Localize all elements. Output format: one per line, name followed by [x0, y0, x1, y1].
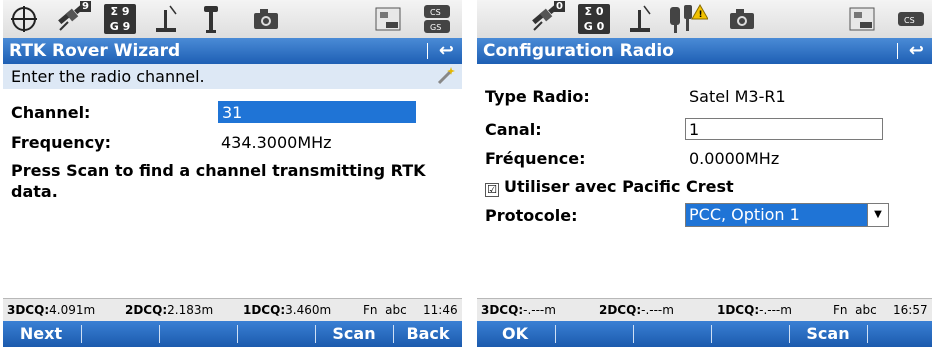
sat-badge: 9: [80, 1, 91, 12]
title-bar: Configuration Radio ↩: [477, 38, 932, 64]
softkey-empty-3[interactable]: [161, 321, 235, 347]
page-title: Configuration Radio: [483, 41, 674, 61]
1dcq-label: 1DCQ:: [717, 303, 760, 317]
page-title: RTK Rover Wizard: [9, 41, 181, 61]
channel-input[interactable]: 31: [218, 101, 416, 123]
2dcq-label: 2DCQ:: [125, 303, 168, 317]
input-mode: Fn abc: [833, 303, 877, 317]
softkey-bar: Next Scan Back: [3, 321, 462, 347]
sat-count-icon[interactable]: Σ 0 G 0: [577, 3, 611, 35]
2dcq-value: -.---m: [641, 303, 674, 317]
2dcq-value: 2.183m: [167, 303, 214, 317]
type-radio-label: Type Radio:: [485, 87, 590, 106]
left-screen: 9 Σ 9 G 9 CSGS RTK Rover Wizard ↩ Enter: [3, 0, 462, 347]
softkey-empty-4[interactable]: [239, 321, 313, 347]
dropdown-arrow-icon[interactable]: ▼: [867, 204, 888, 226]
softkey-empty-2[interactable]: [83, 321, 157, 347]
screen-divider: [462, 0, 477, 347]
checkbox-icon[interactable]: ☑: [485, 183, 499, 197]
gps-count: 9: [122, 20, 131, 33]
1dcq-value: 3.460m: [285, 303, 332, 317]
1dcq-label: 1DCQ:: [243, 303, 286, 317]
satellite-icon[interactable]: 9: [53, 1, 91, 35]
protocole-label: Protocole:: [485, 206, 578, 225]
title-separator: [427, 43, 428, 59]
input-mode: Fn abc: [363, 303, 407, 317]
3dcq-label: 3DCQ:: [481, 303, 524, 317]
status-bar: 9 Σ 9 G 9 CS GS: [3, 0, 462, 38]
rover-pole-icon[interactable]: [151, 3, 181, 35]
frequence-label: Fréquence:: [485, 149, 586, 168]
info-bar: 3DCQ:-.---m 2DCQ:-.---m 1DCQ:-.---m Fn a…: [477, 298, 932, 321]
frequency-label: Frequency:: [11, 133, 112, 152]
sat-badge: 0: [554, 1, 565, 12]
gps-target-icon[interactable]: [9, 3, 39, 35]
title-bar: RTK Rover Wizard ↩: [3, 38, 462, 64]
svg-text:CS: CS: [430, 8, 441, 17]
clock: 11:46: [423, 303, 458, 317]
back-arrow-icon[interactable]: ↩: [909, 40, 924, 62]
title-separator: [897, 43, 898, 59]
2dcq-label: 2DCQ:: [599, 303, 642, 317]
camera-icon[interactable]: [251, 3, 281, 35]
3dcq-value: -.---m: [523, 303, 556, 317]
camera-icon[interactable]: [727, 3, 757, 35]
softkey-empty-6[interactable]: [869, 321, 931, 347]
1dcq-value: -.---m: [759, 303, 792, 317]
svg-text:GS: GS: [430, 23, 441, 32]
clock: 16:57: [893, 303, 928, 317]
scan-instructions: Press Scan to find a channel transmittin…: [11, 161, 426, 201]
next-button[interactable]: Next: [3, 321, 79, 347]
wizard-wand-icon: [436, 66, 456, 93]
rover-pole-icon[interactable]: [625, 3, 655, 35]
frequence-value: 0.0000MHz: [689, 149, 780, 168]
pacific-crest-checkbox[interactable]: ☑ Utiliser avec Pacific Crest: [485, 177, 734, 197]
ok-button[interactable]: OK: [477, 321, 553, 347]
cf-card-icon[interactable]: [847, 3, 877, 35]
3dcq-value: 4.091m: [49, 303, 96, 317]
antenna-pole-icon[interactable]: [199, 3, 223, 35]
info-bar: 3DCQ:4.091m 2DCQ:2.183m 1DCQ:3.460m Fn a…: [3, 298, 462, 321]
softkey-empty-2[interactable]: [557, 321, 631, 347]
gps-count: 0: [596, 20, 605, 33]
right-screen: 0 Σ 0 G 0 ! CS Configuration Radio ↩ Typ…: [477, 0, 932, 347]
hint-text: Enter the radio channel.: [11, 67, 205, 86]
satellite-icon[interactable]: 0: [527, 1, 565, 35]
canal-input[interactable]: 1: [685, 118, 883, 140]
softkey-bar: OK Scan: [477, 321, 932, 347]
softkey-empty-3[interactable]: [635, 321, 709, 347]
pacific-crest-label: Utiliser avec Pacific Crest: [504, 177, 734, 196]
back-button[interactable]: Back: [395, 321, 461, 347]
radio-warning-icon[interactable]: !: [665, 3, 709, 35]
cf-card-icon[interactable]: [373, 3, 403, 35]
cs-storage-icon[interactable]: CS: [895, 3, 927, 35]
sum-count: 0: [595, 5, 604, 18]
status-bar: 0 Σ 0 G 0 ! CS: [477, 0, 932, 38]
sum-symbol: Σ: [110, 5, 118, 18]
sum-symbol: Σ: [584, 5, 592, 18]
svg-text:!: !: [699, 10, 703, 20]
frequency-value: 434.3000MHz: [221, 133, 332, 152]
scan-button[interactable]: Scan: [317, 321, 391, 347]
canal-label: Canal:: [485, 120, 542, 139]
cs-storage-icon[interactable]: CS GS: [421, 3, 453, 35]
gps-symbol: G: [109, 20, 119, 33]
3dcq-label: 3DCQ:: [7, 303, 50, 317]
svg-text:CS: CS: [904, 16, 915, 25]
sum-count: 9: [121, 5, 130, 18]
softkey-empty-4[interactable]: [713, 321, 787, 347]
scan-button[interactable]: Scan: [791, 321, 865, 347]
gps-symbol: G: [583, 20, 593, 33]
channel-label: Channel:: [11, 103, 91, 122]
back-arrow-icon[interactable]: ↩: [439, 40, 454, 62]
sat-count-icon[interactable]: Σ 9 G 9: [103, 3, 137, 35]
hint-bar: Enter the radio channel.: [3, 64, 462, 89]
protocole-select[interactable]: PCC, Option 1 ▼: [685, 203, 889, 227]
protocole-selected-value: PCC, Option 1: [689, 205, 800, 224]
type-radio-value: Satel M3-R1: [689, 87, 786, 106]
